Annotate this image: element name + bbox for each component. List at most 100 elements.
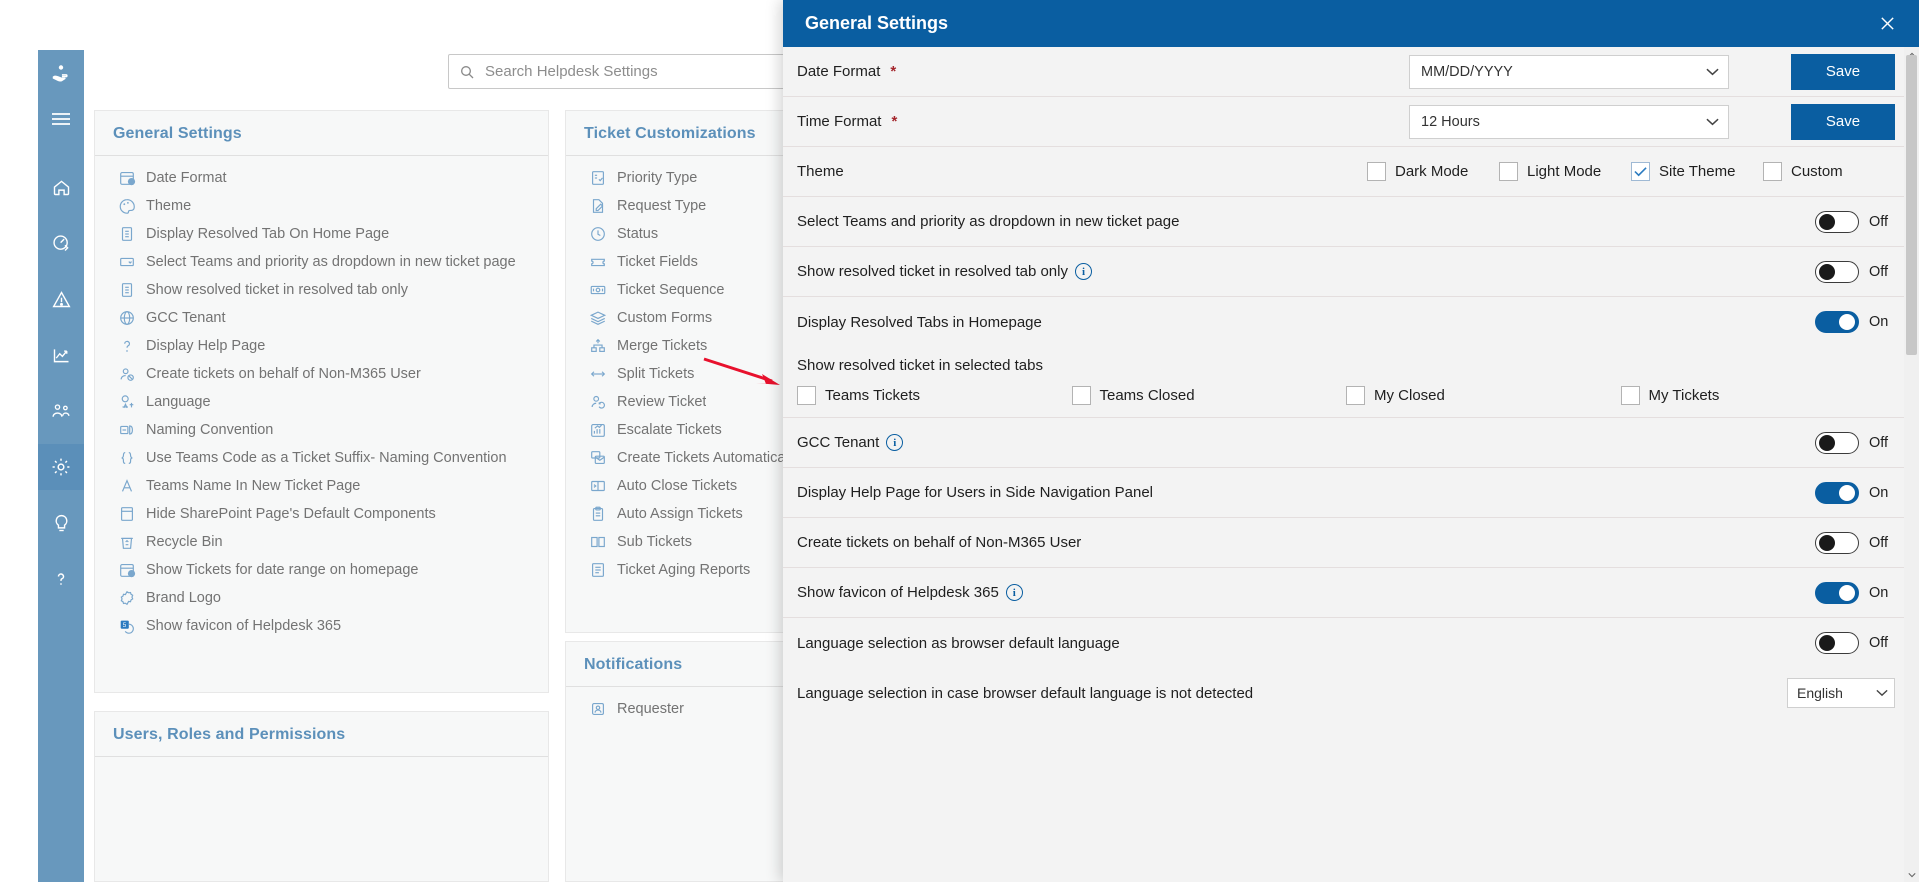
info-icon[interactable]: i [1074, 263, 1092, 280]
card-title-general-settings: General Settings [95, 111, 548, 156]
checkbox-input[interactable] [797, 386, 816, 405]
dashboard-icon[interactable] [38, 220, 84, 266]
toggle-label-text: Create tickets on behalf of Non-M365 Use… [797, 534, 1082, 551]
info-icon[interactable]: i [886, 434, 904, 451]
toggle-switch[interactable] [1815, 581, 1859, 604]
settings-option-row[interactable]: Display Help Page [95, 332, 548, 360]
settings-option-row[interactable]: Select Teams and priority as dropdown in… [95, 248, 548, 276]
settings-option-label: Create tickets on behalf of Non-M365 Use… [146, 366, 421, 382]
general-settings-list: Date Format Theme Display Resolved Tab On … [95, 156, 548, 654]
alerts-icon[interactable] [38, 276, 84, 322]
selected-tab-option[interactable]: My Closed [1346, 386, 1621, 405]
info-icon[interactable]: i [1005, 584, 1023, 601]
settings-option-row[interactable]: Display Resolved Tab On Home Page [95, 220, 548, 248]
help-icon[interactable] [38, 556, 84, 602]
toggle-control[interactable]: On [1815, 481, 1895, 504]
toggle-label-text: Select Teams and priority as dropdown in… [797, 213, 1180, 230]
settings-option-label: Show favicon of Helpdesk 365 [146, 618, 342, 634]
dialog-scrollbar[interactable] [1904, 47, 1919, 882]
selected-tab-option[interactable]: Teams Closed [1071, 386, 1347, 405]
checkbox-input[interactable] [1367, 162, 1386, 181]
app-root: General Settings Date Format Theme Display… [0, 0, 1919, 882]
home-icon[interactable] [38, 164, 84, 210]
toggle-control[interactable]: Off [1815, 260, 1895, 283]
toggle-switch[interactable] [1815, 481, 1859, 504]
settings-option-row[interactable]: Language [95, 388, 548, 416]
recycle-bin-icon [117, 533, 137, 551]
settings-option-row[interactable]: Hide SharePoint Page's Default Component… [95, 500, 548, 528]
settings-gear-icon[interactable] [38, 444, 84, 490]
label-date-format: Date Format * [797, 63, 896, 80]
scrollbar-thumb[interactable] [1906, 55, 1917, 355]
close-icon[interactable] [1873, 10, 1901, 38]
settings-option-row[interactable]: Show Tickets for date range on homepage [95, 556, 548, 584]
checkbox-input[interactable] [1499, 162, 1518, 181]
row-time-format: Time Format * 12 Hours Save [783, 97, 1919, 147]
theme-option[interactable]: Light Mode [1499, 162, 1631, 181]
theme-option[interactable]: Custom [1763, 162, 1895, 181]
checkbox-input[interactable] [1763, 162, 1782, 181]
row-date-format: Date Format * MM/DD/YYYY Save [783, 47, 1919, 97]
settings-option-row[interactable]: Recycle Bin [95, 528, 548, 556]
settings-option-row[interactable]: Date Format [95, 164, 548, 192]
selected-tab-option[interactable]: My Tickets [1620, 386, 1896, 405]
teams-icon[interactable] [38, 388, 84, 434]
checkbox-input[interactable] [1620, 386, 1640, 405]
toggle-control[interactable]: Off [1815, 632, 1895, 654]
toggle-state-label: On [1869, 584, 1889, 601]
checkbox-input[interactable] [1631, 162, 1650, 181]
toggle-state-label: Off [1869, 434, 1889, 451]
settings-option-row[interactable]: Theme [95, 192, 548, 220]
date-format-select[interactable]: MM/DD/YYYY [1409, 54, 1729, 89]
required-marker: * [891, 113, 898, 130]
toggle-switch[interactable] [1815, 260, 1859, 283]
hamburger-menu-icon[interactable] [38, 96, 84, 142]
settings-option-row[interactable]: Show resolved ticket in resolved tab onl… [95, 276, 548, 304]
requester-icon [588, 700, 608, 718]
toggle-switch[interactable] [1815, 531, 1859, 554]
settings-option-label: Escalate Tickets [617, 422, 722, 438]
toggle-switch[interactable] [1815, 311, 1859, 333]
toggle-control[interactable]: Off [1815, 210, 1895, 233]
checkbox-input[interactable] [1071, 386, 1091, 405]
language-select[interactable]: English [1787, 678, 1895, 708]
chevron-down-icon [1706, 67, 1719, 76]
settings-option-row[interactable]: Naming Convention [95, 416, 548, 444]
settings-option-row[interactable]: Create tickets on behalf of Non-M365 Use… [95, 360, 548, 388]
selected-tab-option[interactable]: Teams Tickets [797, 386, 1072, 405]
toggle-row-label: Show favicon of Helpdesk 365 i [797, 584, 1023, 601]
scroll-down-icon[interactable] [1904, 867, 1919, 882]
settings-option-row[interactable]: Use Teams Code as a Ticket Suffix- Namin… [95, 444, 548, 472]
document-icon [117, 281, 137, 299]
theme-option[interactable]: Dark Mode [1367, 162, 1499, 181]
toggle-row: Language selection as browser default la… [783, 618, 1919, 668]
calendar-clock-icon [117, 561, 137, 579]
settings-option-label: Recycle Bin [146, 534, 223, 550]
checkbox-input[interactable] [1346, 386, 1365, 405]
settings-option-label: GCC Tenant [146, 310, 226, 326]
toggle-switch[interactable] [1815, 632, 1859, 654]
toggle-label-text: Show favicon of Helpdesk 365 [797, 584, 999, 601]
ideas-bulb-icon[interactable] [38, 500, 84, 546]
toggle-switch[interactable] [1815, 210, 1859, 233]
label-time-format-text: Time Format [797, 113, 882, 130]
card-users-roles-permissions: Users, Roles and Permissions [94, 711, 549, 882]
settings-option-row[interactable]: GCC Tenant [95, 304, 548, 332]
toggle-control[interactable]: Off [1815, 531, 1895, 554]
toggle-switch[interactable] [1815, 431, 1859, 454]
settings-option-label: Request Type [617, 198, 707, 214]
time-format-select[interactable]: 12 Hours [1409, 104, 1729, 139]
analytics-icon[interactable] [38, 332, 84, 378]
settings-option-row[interactable]: Teams Name In New Ticket Page [95, 472, 548, 500]
settings-option-row[interactable]: Brand Logo [95, 584, 548, 612]
theme-option[interactable]: Site Theme [1631, 162, 1763, 181]
toggle-control[interactable]: On [1815, 581, 1895, 604]
helpdesk-logo-icon[interactable] [38, 50, 84, 96]
toggle-control[interactable]: Off [1815, 431, 1895, 454]
toggle-control[interactable]: On [1815, 311, 1895, 333]
save-time-format-button[interactable]: Save [1791, 103, 1895, 140]
settings-option-label: Ticket Sequence [617, 282, 725, 298]
toggle-row: Display Resolved Tabs in Homepage On [783, 297, 1919, 347]
save-date-format-button[interactable]: Save [1791, 53, 1895, 90]
settings-option-row[interactable]: 5 Show favicon of Helpdesk 365 [95, 612, 548, 640]
